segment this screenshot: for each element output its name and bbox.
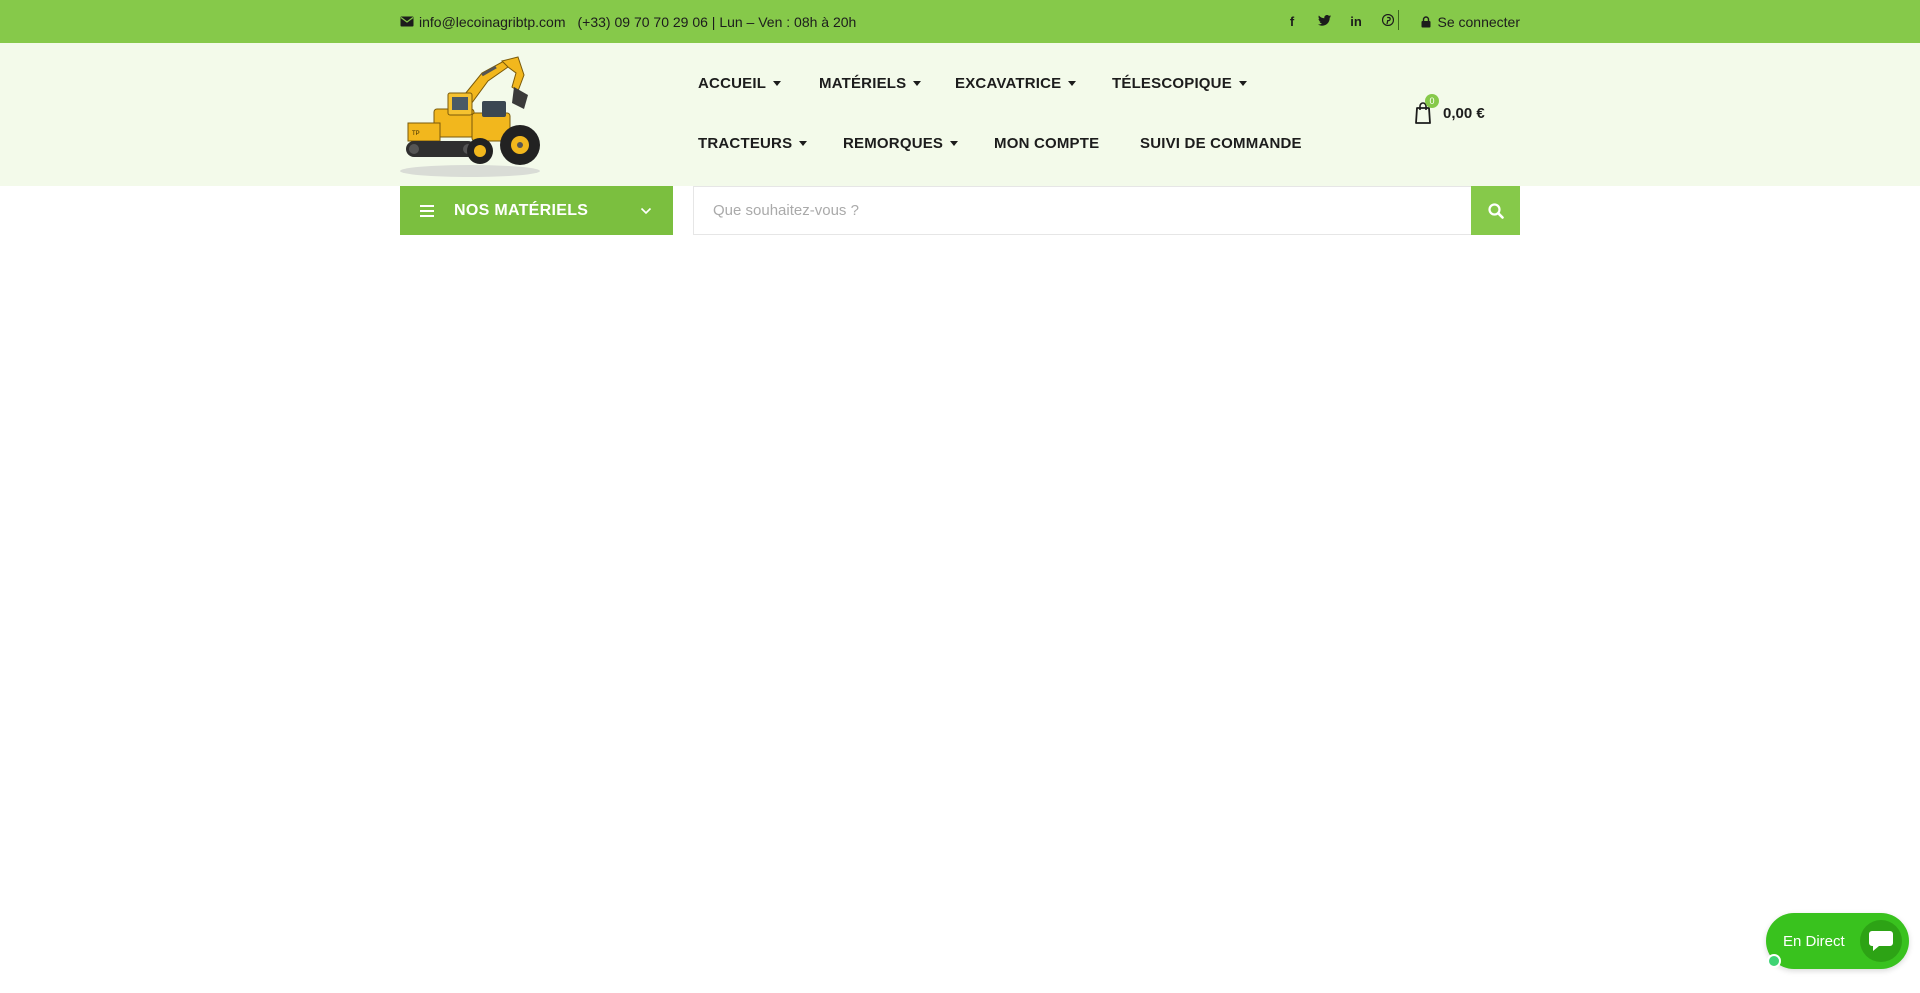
nav-item-label: MON COMPTE [994,135,1100,152]
search-bar [693,186,1520,235]
twitter-icon[interactable] [1308,14,1340,29]
site-header: TP ACCUEIL MATÉRIELS EXCAVATRICE TÉLESCO… [0,43,1920,186]
excavator-logo-image: TP [400,56,540,177]
nav-item-accueil[interactable]: ACCUEIL [698,75,782,92]
top-bar-inner: info@lecoinagribtp.com (+33) 09 70 70 29… [400,0,1520,43]
nav-item-suivi-de-commande[interactable]: SUIVI DE COMMANDE [1140,135,1302,152]
categories-dropdown-button[interactable]: NOS MATÉRIELS [400,186,673,235]
nav-item-materiels[interactable]: MATÉRIELS [819,75,922,92]
envelope-icon [400,16,414,27]
nav-item-label: SUIVI DE COMMANDE [1140,135,1302,152]
lock-icon [1421,15,1430,27]
cart-total: 0,00 € [1443,104,1485,122]
nav-item-excavatrice[interactable]: EXCAVATRICE [955,75,1077,92]
login-label: Se connecter [1437,13,1521,30]
main-navigation: ACCUEIL MATÉRIELS EXCAVATRICE TÉLESCOPIQ… [683,43,1323,186]
online-status-dot [1767,954,1781,968]
search-icon [1487,202,1504,219]
live-chat-label: En Direct [1783,932,1845,950]
shopping-bag-icon: 0 [1413,94,1439,125]
pinterest-icon[interactable] [1372,13,1404,29]
search-button[interactable] [1471,186,1520,235]
chevron-down-icon [640,207,652,214]
linkedin-icon[interactable]: in [1340,14,1372,29]
top-bar: info@lecoinagribtp.com (+33) 09 70 70 29… [0,0,1920,43]
categories-label: NOS MATÉRIELS [454,201,589,219]
contact-info: info@lecoinagribtp.com (+33) 09 70 70 29… [400,14,856,30]
nav-item-label: REMORQUES [843,135,944,152]
nav-item-label: EXCAVATRICE [955,75,1062,92]
contact-email[interactable]: info@lecoinagribtp.com [419,14,566,30]
nav-item-label: MATÉRIELS [819,75,907,92]
chat-bubble-icon [1860,920,1902,962]
nav-item-label: ACCUEIL [698,75,767,92]
facebook-icon[interactable]: f [1276,14,1308,29]
site-logo[interactable]: TP [400,53,552,177]
caret-down-icon [773,81,782,86]
login-link[interactable]: Se connecter [1421,0,1521,43]
nav-item-tracteurs[interactable]: TRACTEURS [698,135,808,152]
caret-down-icon [950,141,959,146]
svg-text:TP: TP [412,131,420,137]
nav-item-label: TÉLESCOPIQUE [1112,75,1232,92]
cart-count-badge: 0 [1425,94,1439,108]
nav-item-label: TRACTEURS [698,135,793,152]
search-input[interactable] [694,187,1471,234]
nav-item-remorques[interactable]: REMORQUES [843,135,959,152]
topbar-divider [1398,10,1399,30]
nav-item-mon-compte[interactable]: MON COMPTE [994,135,1099,152]
caret-down-icon [1238,81,1247,86]
caret-down-icon [1068,81,1077,86]
caret-down-icon [799,141,808,146]
caret-down-icon [913,81,922,86]
nav-item-telescopique[interactable]: TÉLESCOPIQUE [1112,75,1247,92]
cart-button[interactable]: 0 0,00 € [1413,94,1485,128]
live-chat-button[interactable]: En Direct [1766,913,1909,969]
hamburger-menu-icon [420,204,434,217]
contact-phone-hours: (+33) 09 70 70 29 06 | Lun – Ven : 08h à… [577,13,857,30]
social-links: f in [1276,0,1404,43]
